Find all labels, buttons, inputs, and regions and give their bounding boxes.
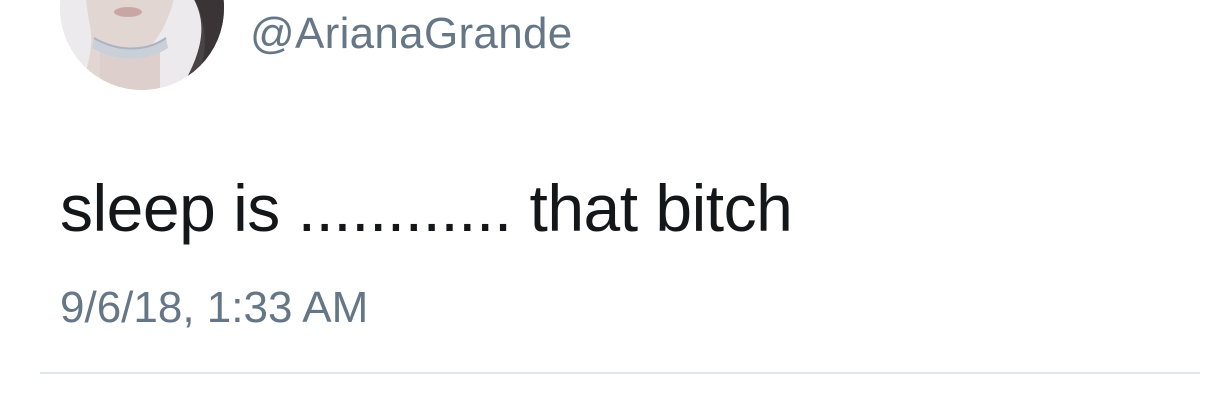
- divider: [40, 372, 1200, 374]
- profile-photo-icon: [60, 0, 224, 90]
- user-handle[interactable]: @ArianaGrande: [250, 8, 573, 60]
- tweet-text: sleep is ............ that bitch: [60, 171, 793, 245]
- tweet-timestamp[interactable]: 9/6/18, 1:33 AM: [60, 282, 368, 334]
- avatar[interactable]: [60, 0, 224, 90]
